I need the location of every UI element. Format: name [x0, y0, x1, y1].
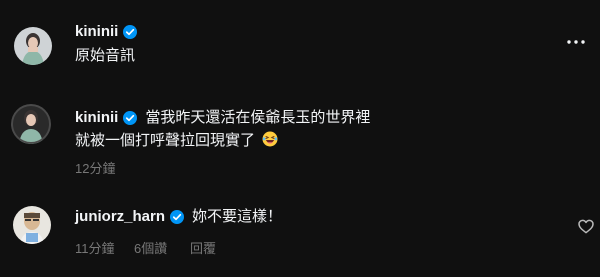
comment-likes-count[interactable]: 6個讚: [134, 240, 167, 258]
comment-text: 妳不要這樣！: [192, 208, 283, 225]
reply-author-avatar[interactable]: [11, 104, 51, 144]
reply-author-name-text[interactable]: kininii: [75, 108, 118, 128]
comment-reply-button[interactable]: 回覆: [190, 240, 216, 258]
reply-text-line-1: 當我昨天還活在侯爺長玉的世界裡: [145, 109, 371, 126]
more-options-icon[interactable]: [565, 32, 587, 52]
reply-author-name[interactable]: kininii 當我昨天還活在侯爺長玉的世界裡: [75, 108, 370, 128]
verified-badge-icon: [170, 210, 185, 224]
post-author-name[interactable]: kininii: [75, 22, 138, 42]
comment-author-name[interactable]: juniorz_harn 妳不要這樣！: [75, 207, 282, 227]
comment-author-name-text[interactable]: juniorz_harn: [75, 207, 165, 227]
post-author-avatar[interactable]: [14, 27, 52, 65]
reply-text-line-2-text: 就被一個打呼聲拉回現實了: [75, 132, 256, 149]
verified-badge-icon: [123, 25, 138, 39]
post-author-name-text[interactable]: kininii: [75, 22, 118, 42]
post-text: 原始音訊: [75, 47, 136, 64]
reply-timestamp: 12分鐘: [75, 161, 116, 176]
grinning-squinting-face-emoji-icon: [262, 131, 278, 147]
comment-timestamp: 11分鐘: [75, 241, 115, 256]
verified-badge-icon: [123, 111, 138, 125]
comment-author-avatar[interactable]: [13, 206, 51, 244]
heart-icon[interactable]: [576, 216, 596, 236]
reply-text-line-2: 就被一個打呼聲拉回現實了: [75, 130, 278, 152]
